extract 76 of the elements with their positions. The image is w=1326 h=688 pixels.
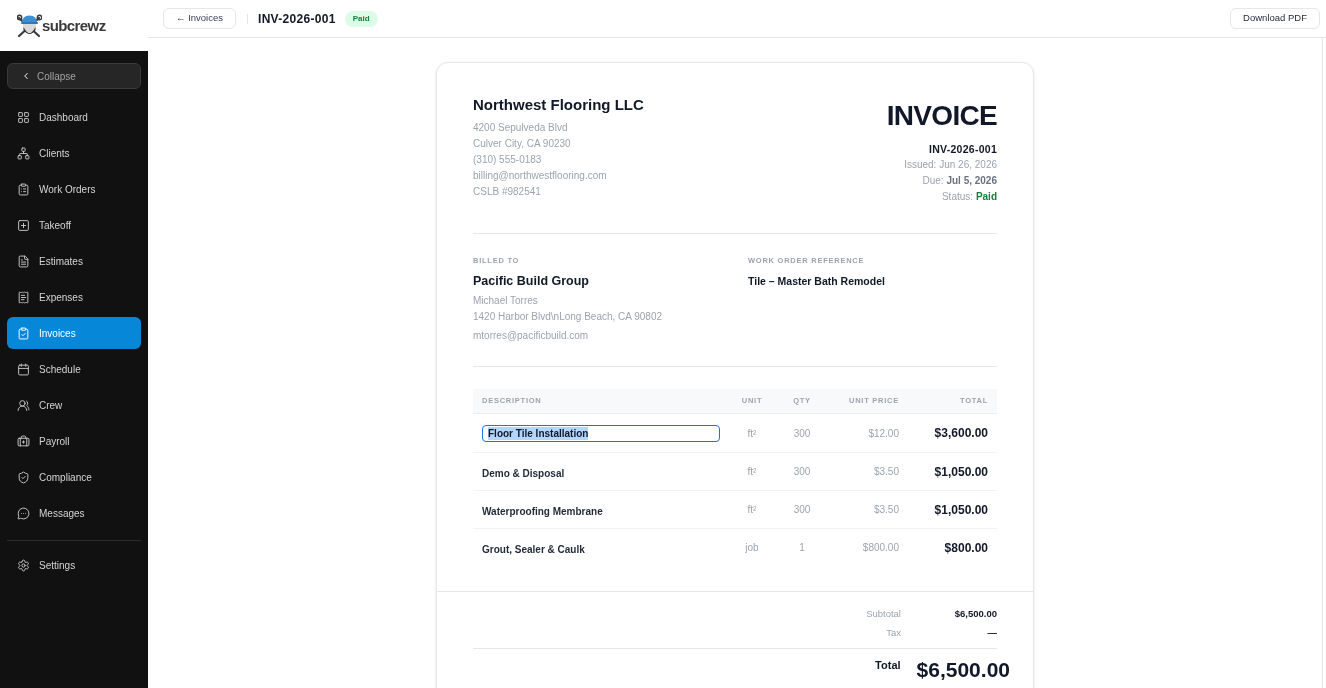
table-cell-text: ft² <box>746 503 758 517</box>
nav-item[interactable]: Dashboard <box>7 101 141 133</box>
company-address-line: Culver City, CA 90230 <box>473 137 572 151</box>
mascot-logo-icon <box>17 12 42 39</box>
briefcase-plus-icon <box>17 434 30 448</box>
description-input-field[interactable]: Floor Tile Installation <box>482 424 720 442</box>
grid-icon <box>17 110 30 124</box>
company-name: Northwest Flooring LLC <box>473 95 644 115</box>
total-value: $6,500.00 <box>916 658 1010 682</box>
client-detail-line: Michael Torres <box>473 294 539 308</box>
table-cell-text: 300 <box>792 503 812 517</box>
nav-item[interactable]: Messages <box>7 497 141 529</box>
invoice-title: INV-2026-001 <box>258 10 336 28</box>
nav-item[interactable]: Settings <box>7 549 141 581</box>
table-cell-text: $1,050.00 <box>933 501 989 519</box>
company-address-line: CSLB #982541 <box>473 185 542 199</box>
clipboard-check-icon <box>17 326 30 340</box>
table-cell-text: job <box>744 541 760 555</box>
client-email: mtorres@pacificbuild.com <box>473 329 590 343</box>
table-cell-text: $12.00 <box>867 426 899 441</box>
total-label: Total <box>875 658 901 672</box>
nav-item[interactable]: Schedule <box>7 353 141 385</box>
table-cell-text: $1,050.00 <box>933 463 989 481</box>
nav-item[interactable]: Work Orders <box>7 173 141 205</box>
subtotal-label: Subtotal <box>866 607 901 621</box>
subtotal-value: $6,500.00 <box>953 607 997 621</box>
table-cell-text: 300 <box>792 465 812 479</box>
network-icon <box>17 146 30 160</box>
company-address-line: 4200 Sepulveda Blvd <box>473 121 569 135</box>
nav-item[interactable]: Payroll <box>7 425 141 457</box>
table-cell-text: 300 <box>792 426 812 441</box>
nav-item[interactable]: Estimates <box>7 245 141 277</box>
people-icon <box>17 398 30 412</box>
nav-item[interactable]: Invoices <box>7 317 141 349</box>
invoice-meta-line: Status: Paid <box>941 190 997 204</box>
settings-icon <box>17 558 30 572</box>
client-detail-line: 1420 Harbor Blvd\nLong Beach, CA 90802 <box>473 310 664 324</box>
nav-item[interactable]: Clients <box>7 137 141 169</box>
work-order-value: Tile – Master Bath Remodel <box>748 274 886 289</box>
clipboard-list-icon <box>17 182 30 196</box>
tax-value: — <box>986 626 997 640</box>
calendar-icon <box>17 362 30 376</box>
collapse-button[interactable]: Collapse <box>7 63 141 89</box>
invoice-meta-line: Issued: Jun 26, 2026 <box>904 158 997 172</box>
back-button[interactable]: ← Invoices <box>163 8 236 29</box>
table-cell-text: $3.50 <box>872 503 899 517</box>
invoice-meta-line: Due: Jul 5, 2026 <box>922 174 997 188</box>
chevron-left-icon <box>21 71 31 81</box>
download-button[interactable]: Download PDF <box>1230 8 1320 29</box>
nav-item[interactable]: Crew <box>7 389 141 421</box>
table-cell-text: ft² <box>746 465 758 479</box>
table-cell-text: $3.50 <box>872 465 899 479</box>
company-address-line: billing@northwestflooring.com <box>473 169 608 183</box>
table-cell: Waterproofing Membrane <box>482 505 603 517</box>
table-cell-text: $800.00 <box>943 539 989 557</box>
table-cell: Grout, Sealer & Caulk <box>482 543 585 555</box>
nav-item[interactable]: Takeoff <box>7 209 141 241</box>
table-cell-text: $800.00 <box>861 541 899 555</box>
plus-square-icon <box>17 218 30 232</box>
table-cell-text: 1 <box>798 541 806 555</box>
table-cell-text: ft² <box>746 426 758 441</box>
document-icon <box>17 254 30 268</box>
nav-item[interactable]: Expenses <box>7 281 141 313</box>
invoice-number: INV-2026-001 <box>929 142 997 157</box>
chat-bubble-icon <box>17 506 30 520</box>
logo-text: subcrewz <box>42 15 106 36</box>
status-badge: Paid <box>344 10 378 27</box>
tax-label: Tax <box>886 626 901 640</box>
invoice-heading: INVOICE <box>886 99 997 133</box>
nav-item[interactable]: Compliance <box>7 461 141 493</box>
receipt-icon <box>17 290 30 304</box>
client-name: Pacific Build Group <box>473 273 590 290</box>
table-cell: Demo & Disposal <box>482 467 565 479</box>
shield-check-icon <box>17 470 30 484</box>
company-address-line: (310) 555-0183 <box>473 153 543 167</box>
table-cell-text: $3,600.00 <box>933 425 989 442</box>
